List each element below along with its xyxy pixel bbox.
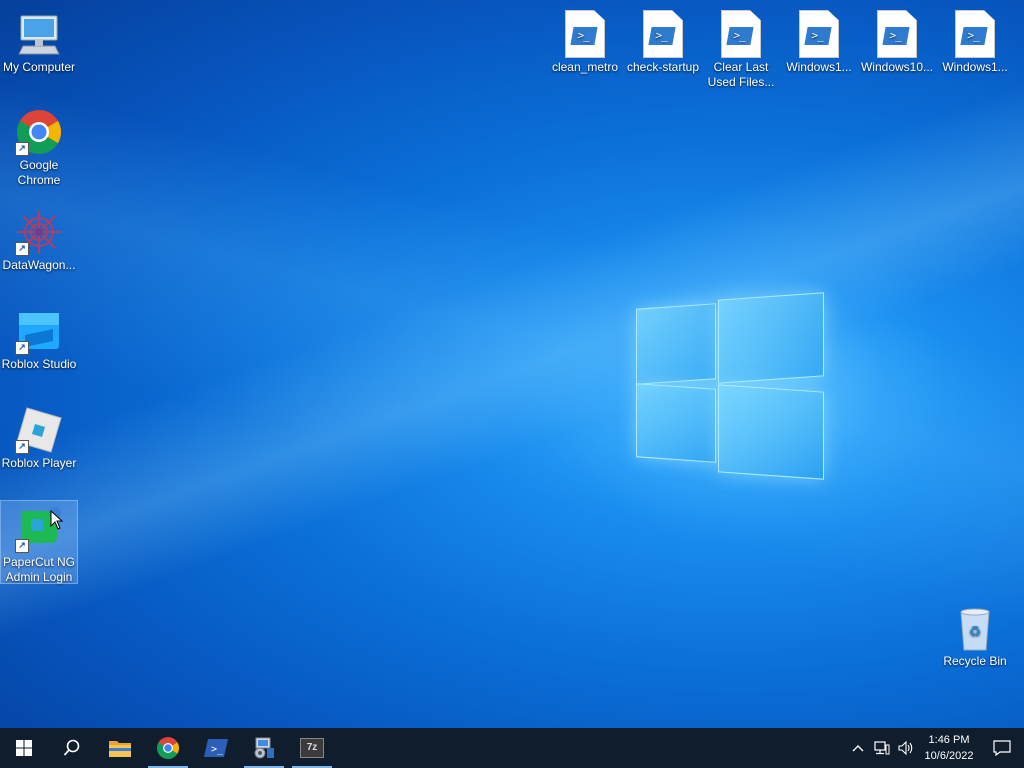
start-button[interactable] — [0, 728, 48, 768]
desktop-icon-label: Roblox Player — [1, 456, 77, 470]
desktop-icon-windows1-b[interactable]: >_ Windows1... — [937, 6, 1013, 88]
desktop-icon-label: Google Chrome — [17, 158, 61, 187]
search-button[interactable] — [48, 728, 96, 768]
desktop-icon-windows10[interactable]: >_ Windows10... — [859, 6, 935, 88]
powershell-script-icon: >_ — [561, 10, 609, 58]
network-icon — [874, 741, 890, 755]
clock-time: 1:46 PM — [928, 734, 970, 746]
taskbar: >_ 7z 1:46 PM 10/6/2022 — [0, 728, 1024, 768]
desktop-icon-papercut[interactable]: ↗ PaperCut NG Admin Login — [0, 500, 78, 584]
shortcut-arrow-icon: ↗ — [15, 539, 29, 553]
powershell-script-icon: >_ — [639, 10, 687, 58]
powershell-script-icon: >_ — [717, 10, 765, 58]
taskbar-clock[interactable]: 1:46 PM 10/6/2022 — [918, 732, 980, 764]
7zip-icon: 7z — [300, 738, 324, 758]
powershell-icon: >_ — [204, 739, 228, 757]
desktop-icon-check-startup[interactable]: >_ check-startup — [625, 6, 701, 88]
wallpaper-windows-logo — [636, 290, 824, 480]
desktop-icon-label: DataWagon... — [2, 258, 76, 272]
computer-icon — [15, 10, 63, 58]
powershell-script-icon: >_ — [795, 10, 843, 58]
desktop-icon-clean-metro[interactable]: >_ clean_metro — [547, 6, 623, 88]
svg-text:>_: >_ — [211, 744, 224, 755]
desktop-icon-roblox-player[interactable]: ↗ Roblox Player — [1, 402, 77, 472]
shortcut-arrow-icon: ↗ — [15, 341, 29, 355]
desktop-icon-label: Windows1... — [942, 60, 1008, 74]
system-tray: 1:46 PM 10/6/2022 — [846, 728, 1024, 768]
notification-icon — [993, 740, 1011, 756]
clock-date: 10/6/2022 — [924, 750, 974, 762]
speaker-icon — [898, 741, 913, 755]
powershell-script-icon: >_ — [951, 10, 999, 58]
svg-text:♻: ♻ — [969, 624, 982, 640]
shortcut-arrow-icon: ↗ — [15, 242, 29, 256]
search-icon — [63, 739, 80, 756]
desktop-icon-my-computer[interactable]: My Computer — [1, 6, 77, 76]
desktop-icon-label: PaperCut NG Admin Login — [2, 555, 76, 584]
windows-logo-icon — [16, 740, 32, 756]
desktop-icon-label: check-startup — [626, 60, 700, 74]
action-center-button[interactable] — [980, 728, 1024, 768]
desktop-icon-clear-last-used-files[interactable]: >_ Clear Last Used Files... — [703, 6, 779, 89]
roblox-player-icon: ↗ — [15, 406, 63, 454]
volume-button[interactable] — [894, 741, 918, 755]
file-explorer-button[interactable] — [96, 728, 144, 768]
desktop-icon-label: Windows1... — [786, 60, 852, 74]
chrome-taskbar-button[interactable] — [144, 728, 192, 768]
desktop-icon-windows1-a[interactable]: >_ Windows1... — [781, 6, 857, 88]
chrome-icon: ↗ — [15, 108, 63, 156]
powershell-script-icon: >_ — [873, 10, 921, 58]
desktop-icon-google-chrome[interactable]: ↗ Google Chrome — [1, 104, 77, 187]
show-hidden-icons-button[interactable] — [846, 744, 870, 752]
folder-icon — [109, 741, 131, 757]
mouse-cursor-icon — [50, 510, 64, 530]
roblox-studio-icon: ↗ — [15, 307, 63, 355]
network-button[interactable] — [870, 741, 894, 755]
control-panel-icon — [254, 737, 274, 759]
7zip-button[interactable]: 7z — [288, 728, 336, 768]
desktop-icon-label: Windows10... — [860, 60, 934, 74]
desktop-icon-roblox-studio[interactable]: ↗ Roblox Studio — [1, 303, 77, 373]
recycle-bin-icon: ♻ — [951, 604, 999, 652]
chrome-icon — [157, 737, 179, 759]
desktop-icon-label: My Computer — [2, 60, 76, 74]
chevron-up-icon — [852, 745, 864, 752]
desktop-icon-label: Recycle Bin — [943, 654, 1007, 668]
desktop-icon-datawagon[interactable]: ↗ DataWagon... — [1, 204, 77, 274]
desktop-icon-label: Clear Last Used Files... — [707, 60, 775, 89]
powershell-taskbar-button[interactable]: >_ — [192, 728, 240, 768]
shortcut-arrow-icon: ↗ — [15, 142, 29, 156]
desktop-icon-recycle-bin[interactable]: ♻ Recycle Bin — [937, 600, 1013, 670]
datawagon-icon: ↗ — [15, 208, 63, 256]
desktop-icon-label: clean_metro — [551, 60, 619, 74]
settings-app-button[interactable] — [240, 728, 288, 768]
shortcut-arrow-icon: ↗ — [15, 440, 29, 454]
desktop-icon-label: Roblox Studio — [1, 357, 77, 371]
